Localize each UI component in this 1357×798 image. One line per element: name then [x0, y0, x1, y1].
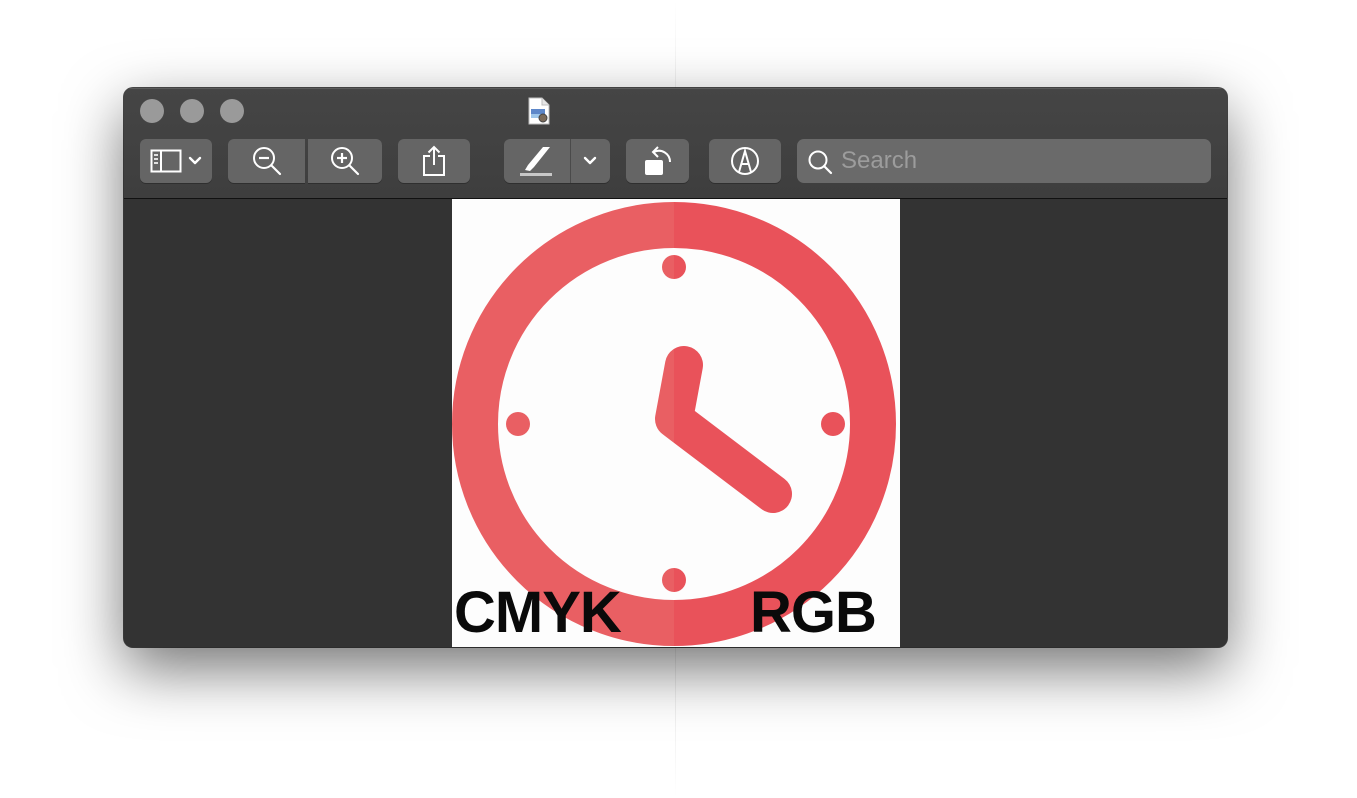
rotate-button[interactable] [626, 139, 689, 183]
zoom-in-button[interactable] [308, 139, 382, 183]
search-icon [807, 149, 833, 180]
sidebar-icon [150, 149, 182, 173]
segment-divider [570, 139, 571, 183]
markup-button[interactable] [709, 139, 781, 183]
search-field[interactable] [797, 139, 1211, 183]
hour-marker [821, 412, 845, 436]
highlight-button[interactable] [504, 139, 610, 183]
preview-document-icon[interactable] [528, 97, 550, 125]
rgb-label: RGB [750, 580, 877, 645]
chevron-down-icon [188, 156, 202, 166]
zoom-out-icon [251, 145, 283, 177]
share-button[interactable] [398, 139, 470, 183]
titlebar [124, 88, 1227, 199]
zoom-button[interactable] [220, 99, 244, 123]
highlight-options-chevron-icon[interactable] [583, 156, 597, 166]
preview-window: CMYK RGB [124, 88, 1227, 647]
cmyk-label: CMYK [454, 580, 622, 645]
share-icon [421, 145, 447, 177]
markup-pen-icon [730, 146, 760, 176]
sidebar-toggle-button[interactable] [140, 139, 212, 183]
highlighter-icon [518, 145, 556, 177]
zoom-in-icon [329, 145, 361, 177]
document-page: CMYK RGB [452, 199, 900, 647]
minimize-button[interactable] [180, 99, 204, 123]
clock-hands [674, 346, 792, 513]
zoom-out-button[interactable] [228, 139, 305, 183]
hour-marker [506, 412, 530, 436]
rotate-left-icon [641, 144, 675, 178]
document-viewport: CMYK RGB [124, 199, 1227, 647]
close-button[interactable] [140, 99, 164, 123]
search-input[interactable] [841, 139, 1201, 183]
